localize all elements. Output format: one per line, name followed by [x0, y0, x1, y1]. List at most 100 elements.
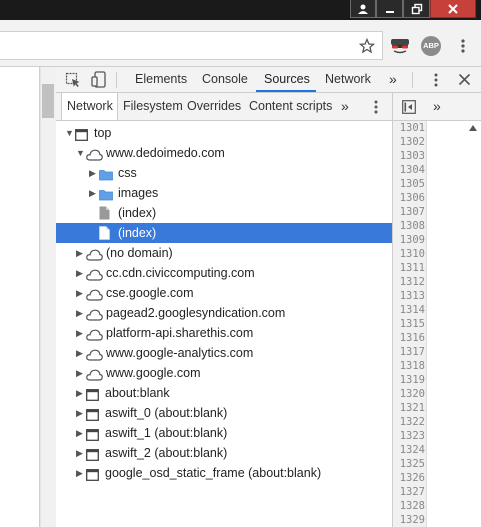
tree-item-label: www.dedoimedo.com: [106, 146, 225, 160]
line-number: 1321: [399, 402, 425, 414]
restore-button[interactable]: [403, 0, 430, 18]
tree-item-label: css: [118, 166, 137, 180]
line-number: 1312: [399, 276, 425, 288]
devtools-tabbar: Elements Console Sources Network »: [56, 67, 481, 93]
collapsed-arrow-icon[interactable]: ▶: [89, 163, 96, 183]
close-window-button[interactable]: [430, 0, 476, 18]
navigator-menu-icon[interactable]: [372, 99, 380, 115]
nav-tab-filesystem[interactable]: Filesystem: [123, 93, 183, 120]
close-devtools-icon[interactable]: [458, 73, 471, 86]
tree-item-label: about:blank: [105, 386, 170, 400]
tree-item[interactable]: ▶ aswift_2 (about:blank): [56, 443, 392, 463]
tree-item-label: (no domain): [106, 246, 173, 260]
line-number: 1309: [399, 234, 425, 246]
tree-item-label: top: [94, 126, 112, 140]
tree-item[interactable]: (index): [56, 223, 392, 243]
collapsed-arrow-icon[interactable]: ▶: [76, 403, 83, 423]
adblock-plus-icon[interactable]: ABP: [421, 36, 441, 56]
toggle-navigator-icon[interactable]: [402, 100, 416, 114]
tree-item[interactable]: ▶ aswift_0 (about:blank): [56, 403, 392, 423]
tab-elements[interactable]: Elements: [135, 67, 187, 92]
editor-more-button[interactable]: »: [433, 93, 441, 120]
collapsed-arrow-icon[interactable]: ▶: [76, 343, 83, 363]
tree-item[interactable]: ▶ platform-api.sharethis.com: [56, 323, 392, 343]
tree-item-label: (index): [118, 226, 157, 240]
collapsed-arrow-icon[interactable]: ▶: [89, 183, 96, 203]
tree-item[interactable]: ▶ about:blank: [56, 383, 392, 403]
tree-item[interactable]: ▶ images: [56, 183, 392, 203]
tree-item-label: google_osd_static_frame (about:blank): [105, 466, 322, 480]
collapsed-arrow-icon[interactable]: ▶: [76, 323, 83, 343]
navigator-more-button[interactable]: »: [341, 93, 349, 120]
scroll-up-arrow-icon[interactable]: [469, 125, 477, 131]
bookmark-star-icon[interactable]: [359, 38, 375, 54]
restore-icon: [411, 3, 422, 14]
collapsed-arrow-icon[interactable]: ▶: [76, 423, 83, 443]
devtools-menu-icon[interactable]: [432, 72, 440, 88]
line-number: 1326: [399, 472, 425, 484]
tree-item[interactable]: ▶ google_osd_static_frame (about:blank): [56, 463, 392, 483]
tree-item[interactable]: ▶ www.google-analytics.com: [56, 343, 392, 363]
toolbar-divider: [412, 72, 413, 88]
device-toolbar-icon[interactable]: [91, 71, 107, 89]
collapsed-arrow-icon[interactable]: ▶: [76, 463, 83, 483]
minimize-icon: [385, 10, 394, 13]
tree-item[interactable]: ▶ css: [56, 163, 392, 183]
tree-item-label: images: [118, 186, 159, 200]
tree-item-label: www.google.com: [106, 366, 201, 380]
file-navigator-tree: ▼ top ▼ www.dedoimedo.com ▶ css ▶ images (index)…: [56, 121, 392, 527]
line-number: 1327: [399, 486, 425, 498]
tree-item-label: pagead2.googlesyndication.com: [106, 306, 286, 320]
editor-tabbar: »: [392, 93, 481, 121]
collapsed-arrow-icon[interactable]: ▶: [76, 263, 83, 283]
tab-sources[interactable]: Sources: [256, 67, 316, 92]
address-bar[interactable]: [0, 31, 383, 60]
tree-item[interactable]: ▼ top: [56, 123, 392, 143]
line-number: 1314: [399, 304, 425, 316]
line-number: 1328: [399, 500, 425, 512]
user-profile-button[interactable]: [350, 0, 376, 18]
line-number: 1317: [399, 346, 425, 358]
line-number: 1319: [399, 374, 425, 386]
tree-item-label: aswift_1 (about:blank): [105, 426, 228, 440]
browser-menu-icon[interactable]: [457, 38, 469, 54]
line-number: 1320: [399, 388, 425, 400]
page-scrollbar[interactable]: [40, 67, 56, 527]
tree-item[interactable]: ▶ (no domain): [56, 243, 392, 263]
line-number: 1324: [399, 444, 425, 456]
tab-network[interactable]: Network: [325, 67, 371, 92]
nav-tab-network[interactable]: Network: [61, 93, 118, 120]
page-content: [0, 67, 40, 527]
collapsed-arrow-icon[interactable]: ▶: [76, 283, 83, 303]
line-number: 1310: [399, 248, 425, 260]
tree-item[interactable]: ▼ www.dedoimedo.com: [56, 143, 392, 163]
expanded-arrow-icon[interactable]: ▼: [65, 123, 74, 143]
line-number: 1322: [399, 416, 425, 428]
tree-item[interactable]: ▶ aswift_1 (about:blank): [56, 423, 392, 443]
tree-item[interactable]: ▶ cse.google.com: [56, 283, 392, 303]
tree-item[interactable]: ▶ www.google.com: [56, 363, 392, 383]
expanded-arrow-icon[interactable]: ▼: [76, 143, 85, 163]
collapsed-arrow-icon[interactable]: ▶: [76, 383, 83, 403]
navigator-tabbar: Network Filesystem Overrides Content scr…: [56, 93, 392, 121]
page-scrollbar-thumb[interactable]: [42, 84, 54, 118]
line-number: 1323: [399, 430, 425, 442]
nav-tab-content-scripts[interactable]: Content scripts: [249, 93, 332, 120]
line-number: 1329: [399, 514, 425, 526]
tab-console[interactable]: Console: [202, 67, 248, 92]
minimize-button[interactable]: [376, 0, 403, 18]
tree-item[interactable]: (index): [56, 203, 392, 223]
line-number: 1303: [399, 150, 425, 162]
collapsed-arrow-icon[interactable]: ▶: [76, 303, 83, 323]
inspect-element-icon[interactable]: [65, 72, 81, 88]
tree-item[interactable]: ▶ cc.cdn.civiccomputing.com: [56, 263, 392, 283]
collapsed-arrow-icon[interactable]: ▶: [76, 443, 83, 463]
tree-item-label: cse.google.com: [106, 286, 194, 300]
line-number: 1318: [399, 360, 425, 372]
collapsed-arrow-icon[interactable]: ▶: [76, 363, 83, 383]
incognito-extension-icon[interactable]: [390, 37, 410, 55]
collapsed-arrow-icon[interactable]: ▶: [76, 243, 83, 263]
more-tabs-button[interactable]: »: [389, 67, 397, 92]
nav-tab-overrides[interactable]: Overrides: [187, 93, 241, 120]
tree-item[interactable]: ▶ pagead2.googlesyndication.com: [56, 303, 392, 323]
